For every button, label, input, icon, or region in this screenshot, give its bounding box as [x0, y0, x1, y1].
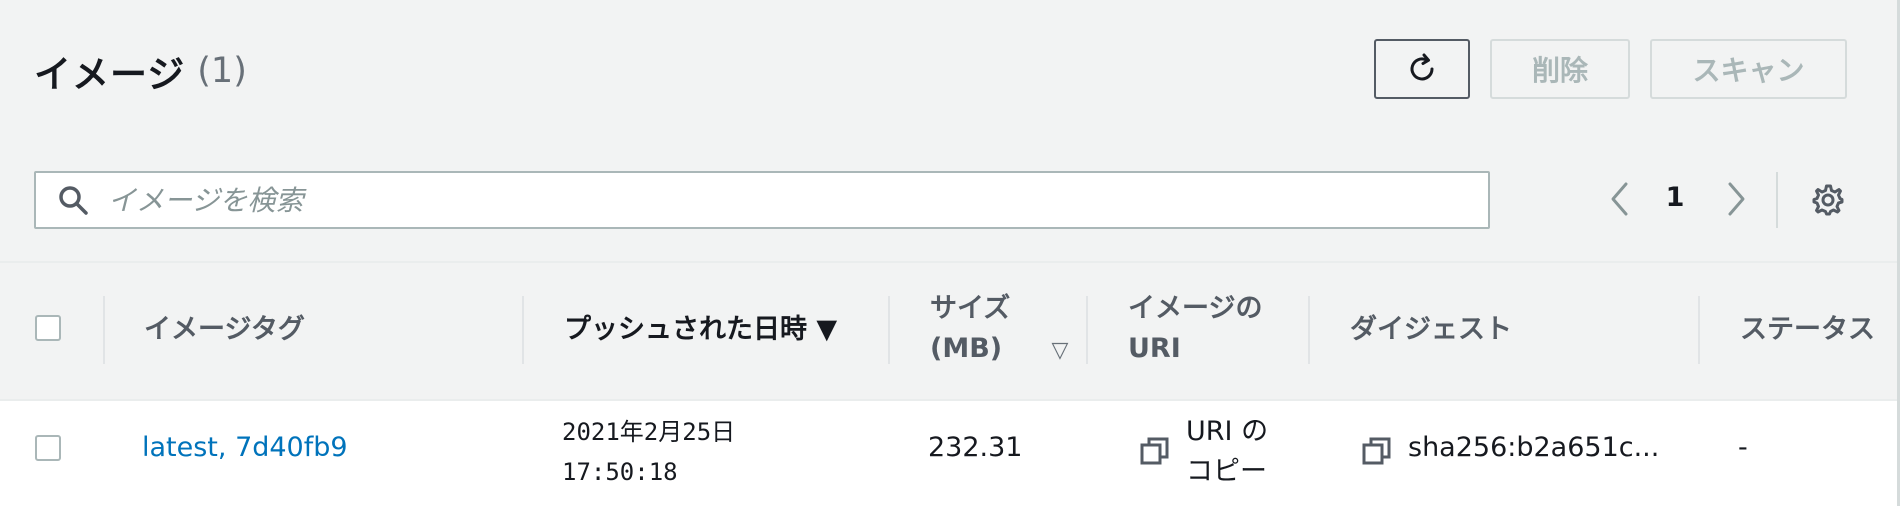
- page-header: イメージ (1): [34, 46, 247, 96]
- refresh-icon: [1410, 53, 1434, 81]
- pushed-time: 17:50:18: [562, 458, 678, 486]
- pushed-at-cell: 2021年2月25日 17:50:18: [562, 412, 735, 492]
- column-header-uri-line2: URI: [1128, 333, 1181, 364]
- column-header-pushed-at[interactable]: プッシュされた日時 ▼: [564, 310, 837, 350]
- sort-triangle-icon: ▽: [1051, 338, 1069, 363]
- column-header-size-line2: (MB) ▽: [930, 333, 1069, 364]
- column-divider: [522, 296, 524, 364]
- copy-uri-button[interactable]: URI の コピー: [1186, 412, 1268, 492]
- current-page-number[interactable]: 1: [1660, 182, 1690, 213]
- chevron-left-icon: [1611, 182, 1628, 216]
- copy-uri-icon[interactable]: [1140, 436, 1170, 470]
- refresh-button[interactable]: [1374, 39, 1470, 99]
- search-input[interactable]: [106, 182, 1410, 218]
- copy-uri-label-line1: URI の: [1186, 416, 1269, 447]
- column-divider: [888, 296, 890, 364]
- column-header-size[interactable]: サイズ (MB) ▽: [930, 289, 1068, 371]
- column-divider: [103, 296, 105, 364]
- copy-uri-label-line2: コピー: [1186, 456, 1267, 487]
- gear-icon: [1812, 184, 1844, 216]
- image-count: (1): [197, 51, 247, 91]
- next-page-button[interactable]: [1718, 176, 1754, 222]
- scan-button[interactable]: スキャン: [1650, 39, 1847, 99]
- column-divider: [1698, 296, 1700, 364]
- search-icon: [54, 181, 92, 219]
- column-header-uri-line1: イメージの: [1128, 293, 1263, 324]
- status-cell: -: [1738, 432, 1748, 463]
- row-checkbox[interactable]: [35, 435, 61, 461]
- search-box[interactable]: [34, 171, 1490, 229]
- column-header-digest[interactable]: ダイジェスト: [1350, 310, 1512, 350]
- column-header-status[interactable]: ステータス: [1740, 310, 1875, 350]
- preferences-button[interactable]: [1808, 180, 1848, 220]
- page-title: イメージ: [34, 53, 186, 96]
- delete-button[interactable]: 削除: [1490, 39, 1630, 99]
- select-all-checkbox[interactable]: [35, 315, 61, 341]
- chevron-right-icon: [1728, 182, 1745, 216]
- column-header-image-tag[interactable]: イメージタグ: [144, 310, 305, 350]
- size-cell: 232.31: [928, 432, 1023, 463]
- copy-digest-icon[interactable]: [1362, 436, 1392, 470]
- pager-divider: [1776, 172, 1778, 228]
- column-header-size-line1: サイズ: [930, 293, 1011, 324]
- column-divider: [1308, 296, 1310, 364]
- column-divider: [1086, 296, 1088, 364]
- previous-page-button[interactable]: [1602, 176, 1638, 222]
- pushed-date: 2021年2月25日: [562, 418, 736, 446]
- image-tag-link[interactable]: latest, 7d40fb9: [142, 432, 348, 463]
- column-header-image-uri[interactable]: イメージの URI: [1128, 289, 1262, 369]
- digest-cell: sha256:b2a651c...: [1408, 432, 1660, 463]
